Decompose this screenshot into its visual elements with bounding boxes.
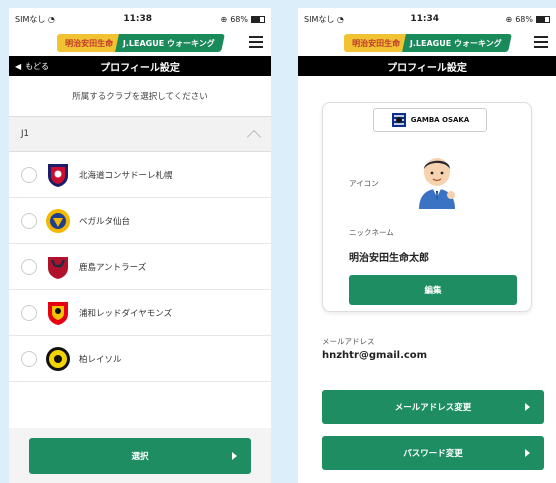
mail-label: メールアドレス xyxy=(322,337,375,346)
battery-icon xyxy=(250,15,265,23)
clock: 11:34 xyxy=(410,14,440,24)
change-password-label: パスワード変更 xyxy=(403,449,463,459)
page-title: プロフィール設定 xyxy=(100,62,180,74)
back-arrow-icon: ◀ xyxy=(15,61,22,71)
app-header: 明治安田生命 J.LEAGUE ウォーキング xyxy=(9,30,271,56)
app-logo: 明治安田生命 J.LEAGUE ウォーキング xyxy=(57,34,225,52)
sponsor-logo: 明治安田生命 xyxy=(344,34,408,52)
gamba-emblem-icon xyxy=(391,113,406,127)
back-button[interactable]: ◀ もどる xyxy=(15,56,49,76)
chevron-up-icon xyxy=(246,129,262,144)
carrier-label: SIMなし ◔ xyxy=(15,14,55,25)
hamburger-menu-icon[interactable] xyxy=(249,36,263,48)
page-title: プロフィール設定 xyxy=(387,62,467,74)
club-select-screen: SIMなし ◔ 11:38 ⊕ 68% 明治安田生命 J.LEAGUE ウォーキン… xyxy=(9,8,271,483)
back-label: もどる xyxy=(25,61,49,71)
club-name: ベガルタ仙台 xyxy=(79,216,131,227)
alarm-icon: ⊕ xyxy=(220,14,228,24)
brand-logo-text: J.LEAGUE ウォーキング xyxy=(123,38,215,48)
club-badge-label: GAMBA OSAKA xyxy=(410,116,470,124)
select-button-label: 選択 xyxy=(131,451,149,462)
club-name: 浦和レッドダイヤモンズ xyxy=(79,308,173,319)
edit-button-label: 編集 xyxy=(424,286,442,296)
change-mail-label: メールアドレス変更 xyxy=(394,403,472,413)
carrier-text: SIMなし xyxy=(15,14,46,24)
title-bar: プロフィール設定 xyxy=(298,56,556,76)
reysol-emblem-icon xyxy=(45,346,71,372)
nickname-label: ニックネーム xyxy=(349,228,394,237)
league-group-label: J1 xyxy=(21,129,29,139)
club-option-urawa[interactable]: 浦和レッドダイヤモンズ xyxy=(9,290,271,336)
brand-logo: J.LEAGUE ウォーキング xyxy=(115,34,225,52)
title-bar: ◀ もどる プロフィール設定 xyxy=(9,56,271,76)
sponsor-logo: 明治安田生命 xyxy=(57,34,121,52)
wifi-icon: ◔ xyxy=(336,14,344,24)
arrow-right-icon xyxy=(525,449,530,457)
antlers-emblem-icon xyxy=(45,254,71,280)
battery-percent: 68% xyxy=(515,14,533,24)
battery-status: ⊕ 68% xyxy=(221,15,265,24)
app-logo: 明治安田生命 J.LEAGUE ウォーキング xyxy=(344,34,512,52)
nickname-value: 明治安田生命太郎 xyxy=(349,253,429,264)
radio-button[interactable] xyxy=(21,212,37,229)
club-name: 柏レイソル xyxy=(79,354,122,365)
battery-icon xyxy=(535,15,550,23)
battery-percent: 68% xyxy=(230,14,248,24)
arrow-right-icon xyxy=(232,451,237,460)
club-prompt: 所属するクラブを選択してください xyxy=(72,92,208,102)
icon-label: アイコン xyxy=(349,179,379,188)
brand-logo: J.LEAGUE ウォーキング xyxy=(402,34,512,52)
club-option-sapporo[interactable]: 北海道コンサドーレ札幌 xyxy=(9,152,271,198)
wifi-icon: ◔ xyxy=(47,14,55,24)
consadole-emblem-icon xyxy=(45,162,71,188)
radio-button[interactable] xyxy=(21,258,37,275)
radio-button[interactable] xyxy=(21,166,37,183)
radio-button[interactable] xyxy=(21,304,37,321)
club-option-kashiwa[interactable]: 柏レイソル xyxy=(9,336,271,382)
carrier-text: SIMなし xyxy=(304,14,335,24)
reds-emblem-icon xyxy=(45,300,71,326)
league-group-header[interactable]: J1 xyxy=(9,116,271,152)
change-password-button[interactable]: パスワード変更 xyxy=(322,436,544,470)
brand-logo-text: J.LEAGUE ウォーキング xyxy=(410,38,502,48)
battery-status: ⊕ 68% xyxy=(506,15,550,24)
profile-screen: SIMなし ◔ 11:34 ⊕ 68% 明治安田生命 J.LEAGUE ウォーキン… xyxy=(298,8,556,483)
club-option-sendai[interactable]: ベガルタ仙台 xyxy=(9,198,271,244)
club-option-kashima[interactable]: 鹿島アントラーズ xyxy=(9,244,271,290)
carrier-label: SIMなし ◔ xyxy=(304,14,344,25)
club-badge: GAMBA OSAKA xyxy=(373,108,487,132)
avatar-icon xyxy=(419,158,455,209)
status-bar: SIMなし ◔ 11:38 ⊕ 68% xyxy=(9,8,271,30)
app-header: 明治安田生命 J.LEAGUE ウォーキング xyxy=(298,30,556,56)
alarm-icon: ⊕ xyxy=(505,14,513,24)
radio-button[interactable] xyxy=(21,350,37,367)
profile-card: GAMBA OSAKA アイコン ニックネーム 明治安田生命太郎 編集 xyxy=(322,102,532,312)
clock: 11:38 xyxy=(123,14,153,24)
mail-value: hnzhtr@gmail.com xyxy=(322,350,428,361)
club-name: 鹿島アントラーズ xyxy=(79,262,147,273)
status-bar: SIMなし ◔ 11:34 ⊕ 68% xyxy=(298,8,556,30)
vegalta-emblem-icon xyxy=(45,208,71,234)
edit-button[interactable]: 編集 xyxy=(349,275,517,305)
hamburger-menu-icon[interactable] xyxy=(534,36,548,48)
club-name: 北海道コンサドーレ札幌 xyxy=(79,170,173,181)
arrow-right-icon xyxy=(525,403,530,411)
change-mail-button[interactable]: メールアドレス変更 xyxy=(322,390,544,424)
select-button[interactable]: 選択 xyxy=(29,437,251,474)
select-footer: 選択 xyxy=(9,428,271,483)
